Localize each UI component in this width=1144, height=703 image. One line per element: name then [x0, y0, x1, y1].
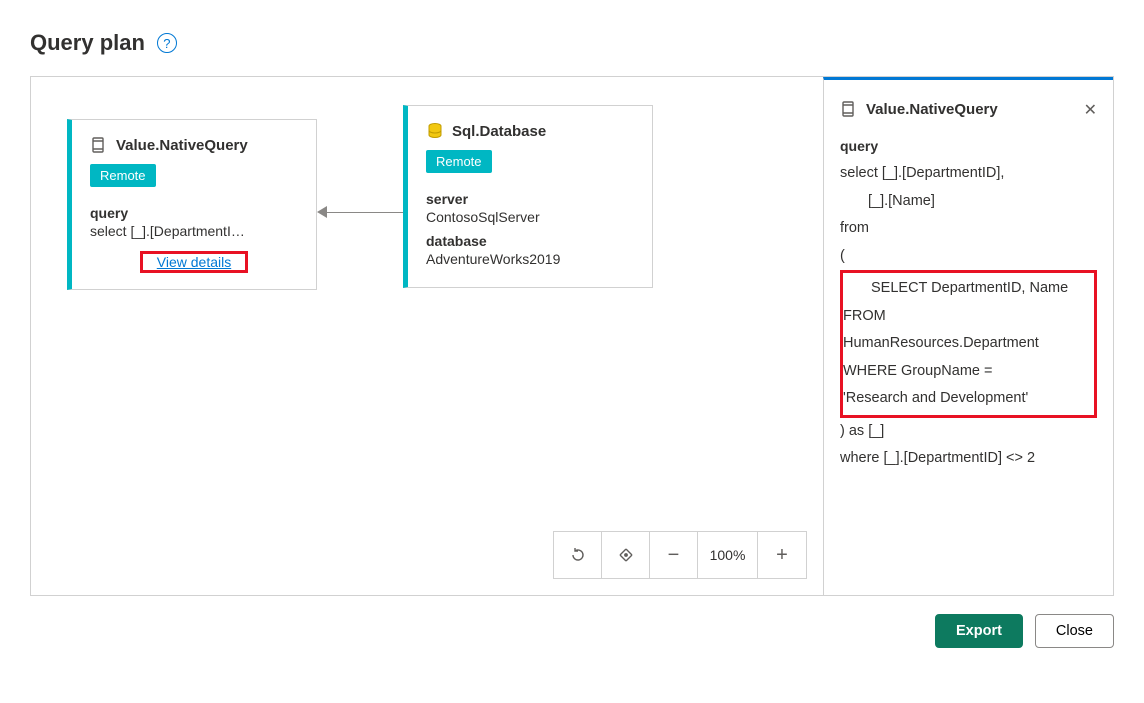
reset-view-button[interactable] [554, 532, 602, 578]
highlighted-sql: SELECT DepartmentID, Name FROM HumanReso… [840, 270, 1097, 418]
query-line: 'Research and Development' [843, 385, 1094, 413]
detail-query-text: select [_].[DepartmentID], [_].[Name] fr… [840, 160, 1097, 473]
query-line: select [_].[DepartmentID], [840, 160, 1097, 188]
node-value-native-query[interactable]: Value.NativeQuery Remote query select [_… [67, 119, 317, 290]
detail-panel: Value.NativeQuery ✕ query select [_].[De… [823, 77, 1113, 595]
zoom-out-button[interactable]: − [650, 532, 698, 578]
fit-icon [617, 546, 635, 564]
zoom-level: 100% [698, 532, 758, 578]
query-line: SELECT DepartmentID, Name [843, 275, 1094, 303]
zoom-in-button[interactable]: + [758, 532, 806, 578]
help-icon[interactable]: ? [157, 33, 177, 53]
database-label: database [426, 233, 634, 249]
close-button[interactable]: Close [1035, 614, 1114, 648]
page-title: Query plan [30, 30, 145, 56]
query-line: where [_].[DepartmentID] <> 2 [840, 445, 1097, 473]
connector-arrow-icon [317, 206, 327, 218]
query-line: ) as [_] [840, 418, 1097, 446]
database-icon [426, 122, 444, 140]
query-line: FROM [843, 303, 1094, 331]
query-plan-dialog: Value.NativeQuery Remote query select [_… [30, 76, 1114, 596]
fit-view-button[interactable] [602, 532, 650, 578]
query-line: [_].[Name] [840, 188, 1097, 216]
node-title-text: Sql.Database [452, 123, 546, 140]
zoom-controls: − 100% + [553, 531, 807, 579]
query-line: HumanResources.Department [843, 330, 1094, 358]
reset-icon [569, 546, 587, 564]
view-details-link[interactable]: View details [143, 250, 245, 274]
close-icon[interactable]: ✕ [1084, 100, 1097, 120]
query-line: ( [840, 243, 1097, 271]
detail-query-label: query [840, 138, 1097, 154]
query-line: from [840, 215, 1097, 243]
query-label: query [90, 205, 298, 221]
query-plan-canvas[interactable]: Value.NativeQuery Remote query select [_… [31, 77, 823, 595]
node-sql-database[interactable]: Sql.Database Remote server ContosoSqlSer… [403, 105, 653, 288]
script-icon [90, 136, 108, 154]
database-value: AdventureWorks2019 [426, 251, 634, 267]
query-line: WHERE GroupName = [843, 358, 1094, 386]
remote-badge: Remote [426, 150, 492, 173]
query-preview: select [_].[DepartmentI… [90, 223, 298, 239]
script-icon [840, 100, 858, 118]
export-button[interactable]: Export [935, 614, 1023, 648]
detail-title: Value.NativeQuery [866, 101, 998, 118]
server-value: ContosoSqlServer [426, 209, 634, 225]
node-title-text: Value.NativeQuery [116, 137, 248, 154]
remote-badge: Remote [90, 164, 156, 187]
server-label: server [426, 191, 634, 207]
connector-line [327, 212, 403, 213]
